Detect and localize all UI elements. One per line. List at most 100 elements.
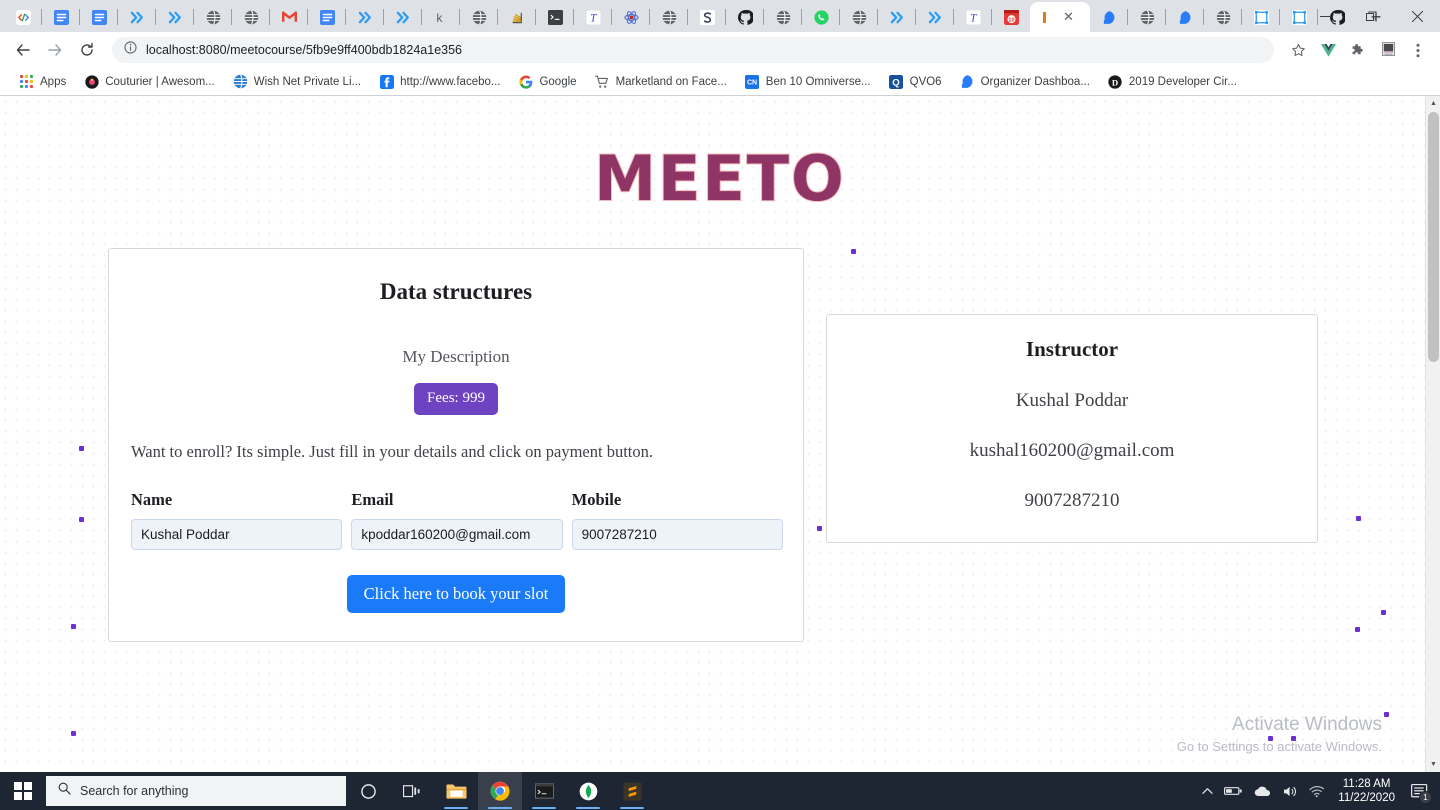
onedrive-cloud-icon[interactable] bbox=[1254, 786, 1272, 797]
close-window-button[interactable] bbox=[1394, 0, 1440, 32]
start-button[interactable] bbox=[0, 772, 46, 810]
bookmark-item[interactable]: Couturier | Awesom... bbox=[75, 70, 224, 94]
scrollbar-thumb[interactable] bbox=[1428, 112, 1439, 362]
maximize-button[interactable] bbox=[1348, 0, 1394, 32]
tab-chevrons[interactable] bbox=[156, 2, 194, 32]
tab-chevrons[interactable] bbox=[118, 2, 156, 32]
vue-extension-icon[interactable] bbox=[1314, 36, 1342, 64]
chevrons-icon bbox=[395, 9, 411, 25]
tab-doc[interactable] bbox=[42, 2, 80, 32]
browser-toolbar: localhost:8080/meetocourse/5fb9e9ff400bd… bbox=[0, 32, 1440, 68]
bookmark-item[interactable]: http://www.facebo... bbox=[370, 70, 509, 94]
chevrons-icon bbox=[357, 9, 373, 25]
instructor-email: kushal160200@gmail.com bbox=[969, 440, 1175, 461]
tab-gmail[interactable] bbox=[270, 2, 308, 32]
url-text: localhost:8080/meetocourse/5fb9e9ff400bd… bbox=[146, 43, 463, 57]
tab-globe[interactable] bbox=[764, 2, 802, 32]
volume-icon[interactable] bbox=[1283, 785, 1298, 798]
tab-stack[interactable] bbox=[498, 2, 536, 32]
scroll-up-arrow[interactable]: ▲ bbox=[1426, 96, 1440, 111]
globe-icon bbox=[471, 9, 487, 25]
file-explorer-icon[interactable] bbox=[434, 772, 478, 810]
bookmark-item[interactable]: CN Ben 10 Omniverse... bbox=[736, 70, 880, 94]
tab-blue-drop[interactable] bbox=[1166, 2, 1204, 32]
tab-text[interactable]: T bbox=[574, 2, 612, 32]
star-icon[interactable] bbox=[1284, 36, 1312, 64]
tab-chevrons[interactable] bbox=[916, 2, 954, 32]
tab-globe[interactable] bbox=[460, 2, 498, 32]
tab-github[interactable] bbox=[726, 2, 764, 32]
tab-globe[interactable] bbox=[840, 2, 878, 32]
email-input[interactable] bbox=[351, 519, 563, 550]
enrollment-form: Name Email Mobile bbox=[129, 490, 783, 550]
book-button-wrapper: Click here to book your slot bbox=[129, 575, 783, 613]
tab-doc[interactable] bbox=[308, 2, 346, 32]
minimize-button[interactable] bbox=[1302, 0, 1348, 32]
tab-globe[interactable] bbox=[1128, 2, 1166, 32]
sublime-text-icon[interactable] bbox=[610, 772, 654, 810]
taskbar-search[interactable]: Search for anything bbox=[46, 776, 346, 806]
tab-code[interactable] bbox=[4, 2, 42, 32]
address-bar[interactable]: localhost:8080/meetocourse/5fb9e9ff400bd… bbox=[112, 37, 1274, 63]
tab-globe[interactable] bbox=[650, 2, 688, 32]
page-scrollbar[interactable]: ▲ ▼ bbox=[1425, 96, 1440, 772]
bookmark-item[interactable]: Wish Net Private Li... bbox=[224, 70, 370, 94]
tab-atom[interactable] bbox=[612, 2, 650, 32]
bookmark-item[interactable]: Marketland on Face... bbox=[586, 70, 736, 94]
tab-blue-drop[interactable] bbox=[1090, 2, 1128, 32]
tab-frame[interactable] bbox=[1242, 2, 1280, 32]
reload-button[interactable] bbox=[72, 35, 102, 65]
terminal-icon bbox=[547, 9, 563, 25]
command-prompt-icon[interactable] bbox=[522, 772, 566, 810]
menu-icon[interactable] bbox=[1404, 36, 1432, 64]
bookmark-label: Ben 10 Omniverse... bbox=[765, 75, 871, 88]
bookmark-item[interactable]: Q QVO6 bbox=[880, 70, 951, 94]
back-button[interactable] bbox=[8, 35, 38, 65]
tab-text[interactable]: T bbox=[954, 2, 992, 32]
profile-icon[interactable] bbox=[1374, 36, 1402, 64]
tab-active[interactable]: ✕ bbox=[1030, 2, 1090, 32]
site-info-icon[interactable] bbox=[124, 41, 137, 59]
mobile-input[interactable] bbox=[571, 519, 783, 550]
cart-icon bbox=[595, 74, 610, 89]
bookmark-item[interactable]: Apps bbox=[10, 70, 75, 94]
wifi-icon[interactable] bbox=[1309, 785, 1325, 798]
browser-window: k T T 10 ✕ + localhost:8080/meetocourse/… bbox=[0, 0, 1440, 810]
tab-chevrons[interactable] bbox=[384, 2, 422, 32]
bookmark-item[interactable]: Google bbox=[509, 70, 585, 94]
tab-terminal[interactable] bbox=[536, 2, 574, 32]
svg-text:Q: Q bbox=[892, 77, 900, 88]
taskbar-clock[interactable]: 11:28 AM 11/22/2020 bbox=[1338, 777, 1395, 805]
tab-close-icon[interactable]: ✕ bbox=[1063, 9, 1074, 25]
chevrons-icon bbox=[167, 9, 183, 25]
task-view-icon[interactable] bbox=[390, 772, 434, 810]
bookmark-item[interactable]: Organizer Dashboa... bbox=[951, 70, 1099, 94]
tab-chevrons[interactable] bbox=[878, 2, 916, 32]
cortana-icon[interactable] bbox=[346, 772, 390, 810]
forward-button[interactable] bbox=[40, 35, 70, 65]
puzzle-extension-icon[interactable] bbox=[1344, 36, 1372, 64]
tab-kotlin[interactable]: k bbox=[422, 2, 460, 32]
tab-doc[interactable] bbox=[80, 2, 118, 32]
tab-chevrons[interactable] bbox=[346, 2, 384, 32]
tab-whatsapp[interactable] bbox=[802, 2, 840, 32]
tab-globe[interactable] bbox=[232, 2, 270, 32]
tab-globe[interactable] bbox=[194, 2, 232, 32]
svg-text:k: k bbox=[436, 11, 443, 25]
tab-swirl[interactable] bbox=[688, 2, 726, 32]
name-input[interactable] bbox=[131, 519, 343, 550]
book-slot-button[interactable]: Click here to book your slot bbox=[346, 575, 566, 613]
tab-globe[interactable] bbox=[1204, 2, 1242, 32]
chrome-icon[interactable] bbox=[478, 772, 522, 810]
bookmark-item[interactable]: D 2019 Developer Cir... bbox=[1099, 70, 1246, 94]
tab-calendar[interactable]: 10 bbox=[992, 2, 1030, 32]
mongodb-compass-icon[interactable] bbox=[566, 772, 610, 810]
notification-center-icon[interactable]: 1 bbox=[1406, 772, 1432, 810]
battery-icon[interactable] bbox=[1224, 785, 1243, 797]
frame-icon bbox=[1253, 9, 1269, 25]
blue-drop-icon bbox=[1177, 9, 1193, 25]
scroll-down-arrow[interactable]: ▼ bbox=[1426, 757, 1440, 772]
notification-badge: 1 bbox=[1419, 791, 1432, 804]
show-hidden-icons-chevron[interactable] bbox=[1202, 787, 1213, 795]
course-card: Data structures My Description Fees: 999… bbox=[108, 248, 804, 642]
